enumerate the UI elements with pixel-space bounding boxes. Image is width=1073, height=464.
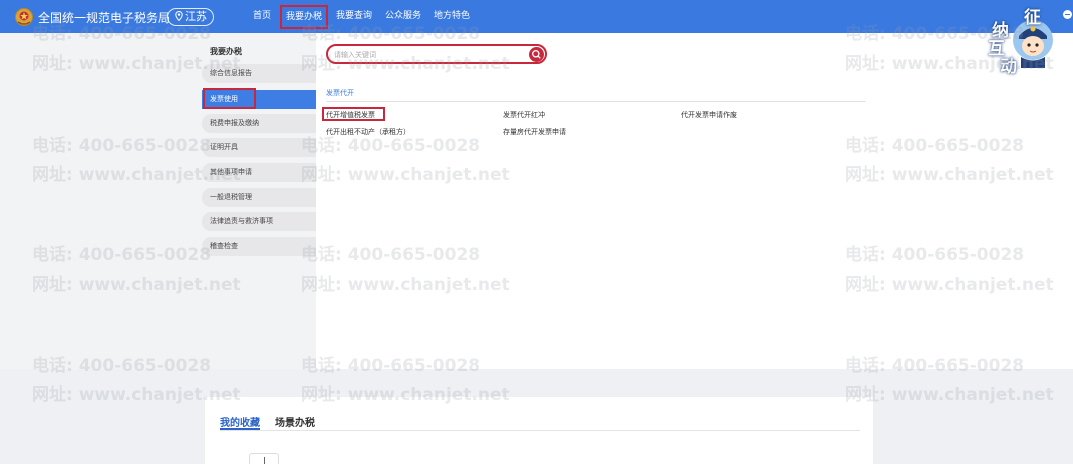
plus-icon [264,457,265,464]
section-divider [326,101,866,102]
nav-home[interactable]: 首页 [253,0,271,33]
search-box [326,44,547,64]
add-favorite-button[interactable] [249,453,279,464]
service-invoice-red-reversal[interactable]: 发票代开红冲 [503,110,545,120]
sidebar-item-tax-declaration[interactable]: 税费申报及缴纳 [202,114,316,133]
top-navigation-bar: 全国统一规范电子税务局 江苏 首页 我要办税 我要查询 公众服务 地方特色 [0,0,1073,33]
invoice-use-highlight [203,88,256,109]
nav-tax-handling[interactable]: 我要办税 [280,5,329,29]
card-divider [220,430,860,431]
tax-emblem-icon [15,8,33,26]
service-existing-house[interactable]: 存量房代开发票申请 [503,127,566,137]
location-pin-icon [175,11,183,21]
sidebar: 我要办税 综合信息报告 发票使用 税费申报及缴纳 证明开具 其他事项申请 一般退… [0,33,316,369]
service-rental-property[interactable]: 代开出租不动产（承租方） [326,127,410,137]
search-icon [532,50,541,59]
sidebar-item-inspection[interactable]: 稽查检查 [202,237,316,256]
mascot-char-4: 动 [1000,57,1017,77]
site-title: 全国统一规范电子税务局 [38,11,171,25]
vat-invoice-highlight [322,107,385,121]
mascot-interaction-widget[interactable]: 征 纳 互 动 [984,2,1064,77]
tab-my-favorites[interactable]: 我的收藏 [220,414,260,429]
sidebar-item-legal-remedy[interactable]: 法律追责与救济事项 [202,212,316,231]
watermark-site: 网址: www.chanjet.net [845,385,1054,405]
sidebar-item-info-report[interactable]: 综合信息报告 [202,64,316,83]
sidebar-item-certificate[interactable]: 证明开具 [202,138,316,157]
province-label: 江苏 [185,10,207,23]
province-selector[interactable]: 江苏 [167,8,214,26]
search-button[interactable] [529,47,544,62]
nav-inquiry[interactable]: 我要查询 [336,0,372,33]
mascot-char-1: 征 [1024,8,1041,28]
sidebar-title: 我要办税 [210,47,242,56]
collapse-icon[interactable] [1063,10,1072,19]
sidebar-item-other-applications[interactable]: 其他事项申请 [202,163,316,182]
nav-local-features[interactable]: 地方特色 [434,0,470,33]
nav-public-service[interactable]: 公众服务 [385,0,421,33]
favorites-card: 我的收藏 场景办税 [205,397,873,464]
service-invoice-void[interactable]: 代开发票申请作废 [681,110,737,120]
tax-handling-panel: 我要办税 综合信息报告 发票使用 税费申报及缴纳 证明开具 其他事项申请 一般退… [0,33,1073,369]
tab-scenario-tax[interactable]: 场景办税 [275,414,315,429]
section-title: 发票代开 [326,89,354,97]
sidebar-item-tax-refund[interactable]: 一般退税管理 [202,188,316,207]
search-input[interactable] [334,48,524,62]
